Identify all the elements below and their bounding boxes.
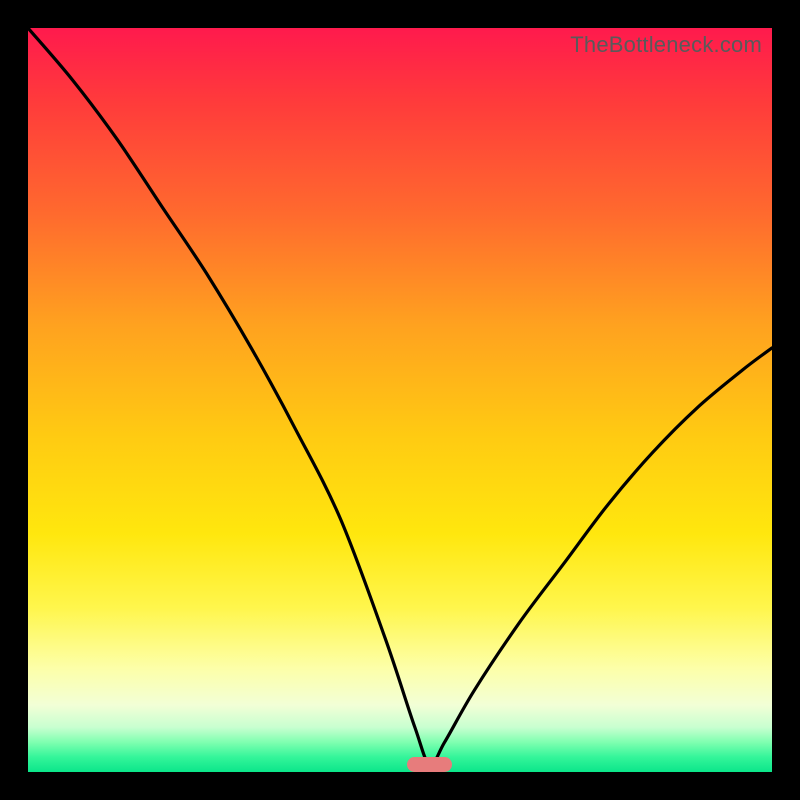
chart-plot-area: TheBottleneck.com — [28, 28, 772, 772]
optimal-marker — [407, 757, 452, 772]
bottleneck-curve — [28, 28, 772, 772]
curve-path — [28, 28, 772, 765]
